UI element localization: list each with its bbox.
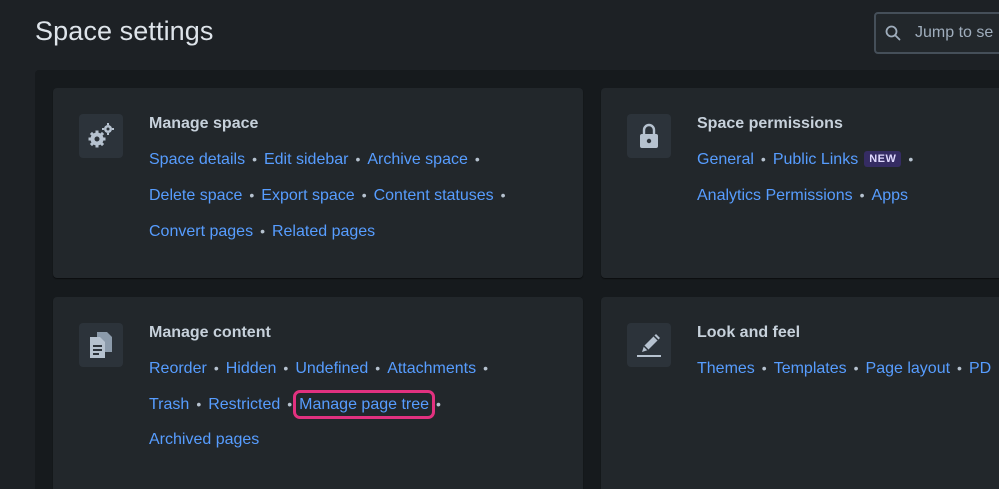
link-export-space[interactable]: Export space <box>261 187 354 204</box>
link-restricted[interactable]: Restricted <box>208 396 280 413</box>
link-templates[interactable]: Templates <box>774 360 847 377</box>
card-title-look-and-feel: Look and feel <box>697 324 801 341</box>
card-look-and-feel: Look and feel Themes • Templates • Page layo… <box>601 297 999 489</box>
card-space-permissions: Space permissions General • Public Links NE… <box>601 88 999 278</box>
search-input[interactable] <box>915 24 999 42</box>
space-settings-page: Space settings Jump to se Manage space S… <box>0 0 999 489</box>
pen-icon <box>627 323 671 367</box>
links-row: Space details • Edit sidebar • Archive space… <box>149 151 480 168</box>
link-convert-pages[interactable]: Convert pages <box>149 223 253 240</box>
link-attachments[interactable]: Attachments <box>387 360 476 377</box>
documents-icon <box>79 323 123 367</box>
links-row: Reorder • Hidden • Undefined • Attachments • <box>149 360 489 377</box>
link-hidden[interactable]: Hidden <box>226 360 277 377</box>
links-row: Archived pages <box>149 430 571 450</box>
lock-icon <box>627 114 671 158</box>
links-row: General • Public Links NEW • <box>697 151 914 168</box>
link-themes[interactable]: Themes <box>697 360 755 377</box>
link-trash[interactable]: Trash <box>149 396 189 413</box>
links-row: Delete space • Export space • Content status… <box>149 187 506 204</box>
link-related-pages[interactable]: Related pages <box>272 223 375 240</box>
link-reorder[interactable]: Reorder <box>149 360 207 377</box>
links-row: Analytics Permissions • Apps <box>697 187 908 204</box>
link-space-details[interactable]: Space details <box>149 151 245 168</box>
link-apps[interactable]: Apps <box>872 187 908 204</box>
link-analytics-permissions[interactable]: Analytics Permissions <box>697 187 853 204</box>
card-title-manage-space: Manage space <box>149 115 259 132</box>
link-content-statuses[interactable]: Content statuses <box>374 187 494 204</box>
links-row: Convert pages • Related pages <box>149 223 376 240</box>
new-badge: NEW <box>864 151 902 167</box>
link-archived-pages[interactable]: Archived pages <box>149 431 259 448</box>
link-manage-page-tree[interactable]: Manage page tree <box>293 390 436 419</box>
page-title: Space settings <box>35 16 214 46</box>
links-row: Trash • Restricted • Manage page tree • <box>149 390 441 419</box>
link-pdf[interactable]: PD <box>969 360 991 377</box>
card-title-manage-content: Manage content <box>149 324 271 341</box>
link-public-links[interactable]: Public Links <box>773 151 858 168</box>
jump-to-search[interactable] <box>874 12 999 54</box>
search-icon <box>885 25 901 41</box>
link-undefined[interactable]: Undefined <box>295 360 368 377</box>
card-manage-content: Manage content Reorder • Hidden • Undefined •… <box>53 297 583 489</box>
card-manage-space: Manage space Space details • Edit sidebar •… <box>53 88 583 278</box>
link-general[interactable]: General <box>697 151 754 168</box>
card-title-space-permissions: Space permissions <box>697 115 843 132</box>
link-archive-space[interactable]: Archive space <box>367 151 468 168</box>
gears-icon <box>79 114 123 158</box>
link-delete-space[interactable]: Delete space <box>149 187 242 204</box>
link-page-layout[interactable]: Page layout <box>866 360 951 377</box>
link-edit-sidebar[interactable]: Edit sidebar <box>264 151 349 168</box>
links-row: Themes • Templates • Page layout • PD <box>697 360 992 377</box>
